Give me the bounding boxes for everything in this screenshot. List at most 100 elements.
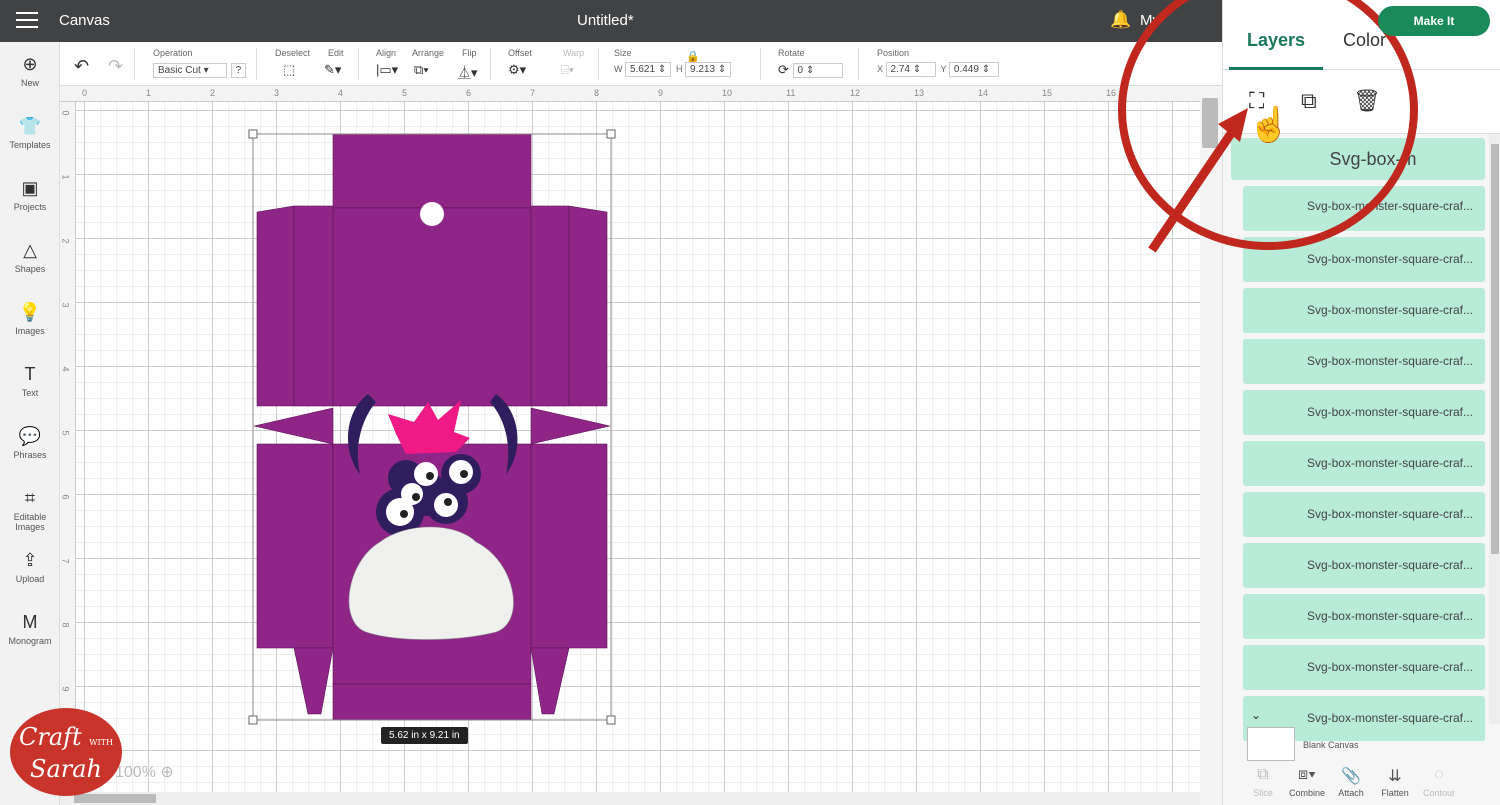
sidebar-item-editable-images[interactable]: ⌗ Editable Images <box>0 488 60 532</box>
layer-item[interactable]: Svg-box-monster-square-craf... <box>1243 441 1485 486</box>
sidebar-item-images[interactable]: 💡 Images <box>0 302 60 336</box>
hamburger-menu-icon[interactable] <box>16 12 38 30</box>
rotate-input[interactable]: 0 ⇕ <box>792 63 843 79</box>
combine-label: Combine <box>1288 788 1326 798</box>
box-left-leg <box>293 647 334 715</box>
sidebar-item-projects[interactable]: ▣ Projects <box>0 178 60 212</box>
resize-handle[interactable] <box>606 715 616 725</box>
sidebar-item-label: Upload <box>15 574 45 584</box>
layer-group[interactable]: Svg-box-m <box>1231 138 1485 180</box>
combine-button[interactable]: ⧈▾ Combine <box>1285 766 1329 798</box>
flip-icon[interactable]: ⏅▾ <box>458 62 478 81</box>
width-input[interactable]: 5.621 ⇕ <box>625 62 672 77</box>
ruler-tick-label: 7 <box>60 558 71 564</box>
sidebar-item-label: Monogram <box>8 636 52 646</box>
layer-item[interactable]: Svg-box-monster-square-craf... <box>1243 186 1485 231</box>
height-input[interactable]: 9.213 ⇕ <box>685 62 732 77</box>
bell-icon[interactable]: 🔔 <box>1110 10 1131 30</box>
ruler-tick-label: 0 <box>82 88 88 98</box>
undo-icon[interactable]: ↶ <box>74 56 89 77</box>
offset-label: Offset <box>508 48 532 58</box>
operation-select[interactable]: Basic Cut ▾ <box>153 63 227 79</box>
layer-item[interactable]: Svg-box-monster-square-craf... <box>1243 237 1485 282</box>
offset-icon[interactable]: ⚙▾ <box>508 62 526 78</box>
box-left-side <box>293 205 334 407</box>
sidebar-item-label: Text <box>21 388 39 398</box>
y-input[interactable]: 0.449 ⇕ <box>948 62 999 77</box>
layers-scrollbar[interactable] <box>1489 134 1500 724</box>
monster-box-design[interactable] <box>76 102 1200 792</box>
horizontal-ruler: 0 1 2 3 4 5 6 7 8 9 10 11 12 13 14 15 16 <box>60 86 1200 102</box>
edit-pencil-icon[interactable]: ✎▾ <box>324 62 341 78</box>
scroll-thumb[interactable] <box>74 794 156 803</box>
sidebar-item-upload[interactable]: ⇪ Upload <box>0 550 60 584</box>
shapes-icon: △ <box>23 240 37 260</box>
canvas-horizontal-scrollbar[interactable] <box>60 792 1200 805</box>
slice-button[interactable]: ⧉ Slice <box>1241 766 1285 798</box>
resize-handle[interactable] <box>248 715 258 725</box>
trash-icon[interactable]: 🗑 <box>1353 88 1381 114</box>
sidebar-item-templates[interactable]: 👕 Templates <box>0 116 60 150</box>
edit-label: Edit <box>328 48 344 58</box>
sidebar-item-new[interactable]: ⊕ New <box>0 54 60 88</box>
warp-icon[interactable]: ⌸▾ <box>561 62 574 78</box>
vertical-ruler: 0 1 2 3 4 5 6 7 8 9 <box>60 102 76 792</box>
scroll-thumb[interactable] <box>1491 144 1499 554</box>
sidebar-item-monogram[interactable]: M Monogram <box>0 612 60 646</box>
deselect-icon[interactable]: ⬚ <box>283 62 295 78</box>
rotate-icon: ⟳ <box>778 62 789 77</box>
layer-item[interactable]: Svg-box-monster-square-craf... <box>1243 339 1485 384</box>
contour-button[interactable]: ◌ Contour <box>1417 766 1461 798</box>
project-title[interactable]: Untitled* <box>577 12 634 29</box>
app-title: Canvas <box>59 12 110 29</box>
divider <box>134 48 135 80</box>
flatten-icon: ⇊ <box>1388 768 1402 785</box>
contour-label: Contour <box>1422 788 1456 798</box>
arrange-icon[interactable]: ⧉▾ <box>414 62 429 78</box>
resize-handle[interactable] <box>248 129 258 139</box>
layer-item[interactable]: Svg-box-monster-square-craf... <box>1243 492 1485 537</box>
layer-item[interactable]: Svg-box-monster-square-craf... <box>1243 645 1485 690</box>
group-icon[interactable]: ⛶ <box>1249 88 1264 114</box>
design-canvas[interactable] <box>76 102 1200 792</box>
width-label: W <box>614 63 623 74</box>
ruler-tick-label: 0 <box>60 110 71 116</box>
redo-icon[interactable]: ↷ <box>108 56 123 77</box>
x-input[interactable]: 2.74 ⇕ <box>885 62 936 77</box>
ruler-tick-label: 11 <box>786 88 796 98</box>
resize-handle[interactable] <box>606 129 616 139</box>
tab-color[interactable]: Color <box>1343 30 1386 51</box>
align-icon[interactable]: |▭▾ <box>376 62 398 78</box>
make-it-button[interactable]: Make It <box>1378 6 1490 36</box>
flatten-label: Flatten <box>1381 788 1409 798</box>
chevron-down-icon[interactable]: ⌄ <box>1251 708 1261 722</box>
sidebar-item-phrases[interactable]: 💬 Phrases <box>0 426 60 460</box>
width-value: 5.621 <box>630 64 656 75</box>
layer-item[interactable]: Svg-box-monster-square-craf... <box>1243 594 1485 639</box>
my-projects-link[interactable]: My <box>1140 12 1160 29</box>
flip-label: Flip <box>462 48 477 58</box>
divider <box>858 48 859 80</box>
help-button[interactable]: ? <box>230 63 247 79</box>
layer-item[interactable]: Svg-box-monster-square-craf... <box>1243 288 1485 333</box>
ruler-tick-label: 5 <box>60 430 71 436</box>
tab-layers[interactable]: Layers <box>1247 30 1305 51</box>
blank-canvas-swatch[interactable] <box>1247 727 1295 761</box>
y-value: 0.449 <box>953 64 979 75</box>
sidebar-item-label: New <box>20 78 39 88</box>
sidebar-item-text[interactable]: T Text <box>0 364 60 398</box>
scroll-thumb[interactable] <box>1202 98 1218 148</box>
operation-label: Operation <box>153 48 193 58</box>
layers-panel: Layers Color ⛶ ⧉ 🗑 Svg-box-m Svg-box-mon… <box>1222 0 1500 805</box>
height-label: H <box>676 63 683 74</box>
sidebar-item-shapes[interactable]: △ Shapes <box>0 240 60 274</box>
ruler-tick-label: 2 <box>60 238 71 244</box>
layer-item[interactable]: Svg-box-monster-square-craf... <box>1243 390 1485 435</box>
layer-item[interactable]: Svg-box-monster-square-craf... <box>1243 543 1485 588</box>
attach-button[interactable]: 📎 Attach <box>1329 766 1373 798</box>
flatten-button[interactable]: ⇊ Flatten <box>1373 766 1417 798</box>
ruler-tick-label: 3 <box>274 88 280 98</box>
duplicate-icon[interactable]: ⧉ <box>1301 88 1317 114</box>
zoom-level[interactable]: 100% ⊕ <box>115 762 174 782</box>
canvas-vertical-scrollbar[interactable] <box>1200 86 1222 805</box>
